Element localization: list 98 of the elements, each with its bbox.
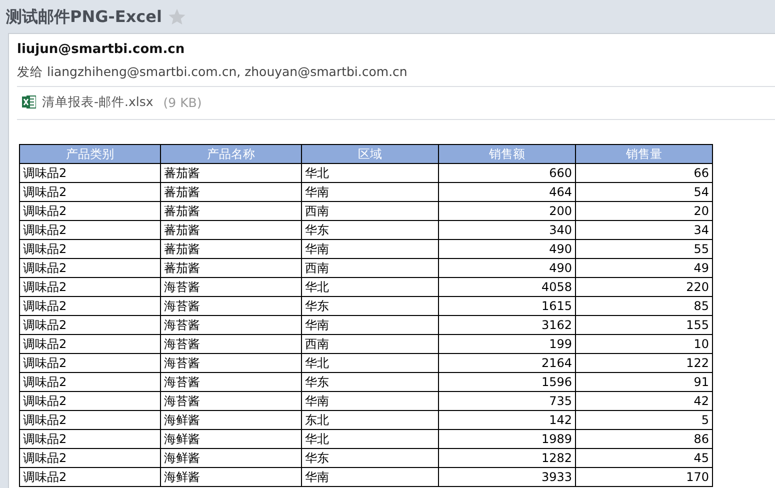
table-cell: 海苔酱 — [160, 392, 302, 410]
table-cell: 调味品2 — [20, 392, 160, 410]
table-cell: 蕃茄酱 — [160, 182, 302, 202]
table-cell: 东北 — [302, 410, 438, 430]
table-cell: 西南 — [302, 258, 438, 278]
table-cell: 200 — [438, 202, 576, 220]
table-cell: 调味品2 — [20, 164, 160, 182]
table-cell: 199 — [438, 334, 576, 354]
table-cell: 66 — [576, 164, 712, 182]
table-cell: 142 — [438, 410, 576, 430]
table-cell: 2164 — [438, 354, 576, 372]
table-cell: 海苔酱 — [160, 296, 302, 316]
table-cell: 调味品2 — [20, 372, 160, 392]
table-cell: 华东 — [302, 448, 438, 468]
table-cell: 91 — [576, 372, 712, 392]
table-cell: 蕃茄酱 — [160, 220, 302, 240]
table-cell: 85 — [576, 296, 712, 316]
table-cell: 55 — [576, 240, 712, 258]
table-cell: 调味品2 — [20, 220, 160, 240]
table-cell: 蕃茄酱 — [160, 258, 302, 278]
sender-address: liujun@smartbi.com.cn — [17, 41, 186, 59]
table-cell: 调味品2 — [20, 278, 160, 296]
table-cell: 华东 — [302, 296, 438, 316]
table-cell: 220 — [576, 278, 712, 296]
table-cell: 华北 — [302, 430, 438, 448]
table-cell: 调味品2 — [20, 296, 160, 316]
recipients-label: 发给 — [17, 63, 43, 81]
table-cell: 1282 — [438, 448, 576, 468]
table-cell: 华南 — [302, 240, 438, 258]
table-cell: 华东 — [302, 220, 438, 240]
table-cell: 调味品2 — [20, 354, 160, 372]
table-cell: 海苔酱 — [160, 316, 302, 334]
column-header: 销售量 — [576, 144, 712, 164]
email-subject: 测试邮件PNG-Excel — [6, 6, 162, 28]
table-cell: 海鲜酱 — [160, 410, 302, 430]
table-cell: 调味品2 — [20, 202, 160, 220]
table-cell: 10 — [576, 334, 712, 354]
table-cell: 调味品2 — [20, 258, 160, 278]
table-cell: 海苔酱 — [160, 354, 302, 372]
table-cell: 蕃茄酱 — [160, 202, 302, 220]
table-cell: 海鲜酱 — [160, 468, 302, 486]
table-cell: 华南 — [302, 468, 438, 486]
table-cell: 调味品2 — [20, 334, 160, 354]
table-cell: 调味品2 — [20, 410, 160, 430]
table-cell: 45 — [576, 448, 712, 468]
table-cell: 1596 — [438, 372, 576, 392]
table-cell: 42 — [576, 392, 712, 410]
table-cell: 蕃茄酱 — [160, 164, 302, 182]
table-cell: 340 — [438, 220, 576, 240]
column-header: 区域 — [302, 144, 438, 164]
table-cell: 华南 — [302, 182, 438, 202]
star-icon[interactable] — [168, 8, 186, 26]
column-header: 产品名称 — [160, 144, 302, 164]
table-cell: 华东 — [302, 372, 438, 392]
table-cell: 1615 — [438, 296, 576, 316]
table-cell: 华北 — [302, 354, 438, 372]
table-cell: 华南 — [302, 316, 438, 334]
table-cell: 1989 — [438, 430, 576, 448]
table-cell: 调味品2 — [20, 468, 160, 486]
table-cell: 调味品2 — [20, 316, 160, 334]
column-header: 销售额 — [438, 144, 576, 164]
table-cell: 5 — [576, 410, 712, 430]
table-cell: 20 — [576, 202, 712, 220]
table-cell: 86 — [576, 430, 712, 448]
table-cell: 调味品2 — [20, 448, 160, 468]
table-cell: 海鲜酱 — [160, 448, 302, 468]
table-cell: 54 — [576, 182, 712, 202]
table-cell: 调味品2 — [20, 182, 160, 202]
column-header: 产品类别 — [20, 144, 160, 164]
table-cell: 34 — [576, 220, 712, 240]
table-cell: 华南 — [302, 392, 438, 410]
table-cell: 122 — [576, 354, 712, 372]
table-cell: 155 — [576, 316, 712, 334]
table-cell: 170 — [576, 468, 712, 486]
table-cell: 490 — [438, 240, 576, 258]
table-cell: 华北 — [302, 164, 438, 182]
table-cell: 49 — [576, 258, 712, 278]
table-cell: 735 — [438, 392, 576, 410]
table-cell: 海苔酱 — [160, 278, 302, 296]
spreadsheet-icon — [22, 95, 36, 109]
table-cell: 调味品2 — [20, 430, 160, 448]
attachment-link[interactable]: 清单报表-邮件.xlsx — [42, 94, 154, 110]
recipient-addresses: liangzhiheng@smartbi.com.cn, zhouyan@smartbi.com.cn — [47, 63, 408, 81]
table-cell: 490 — [438, 258, 576, 278]
table-cell: 蕃茄酱 — [160, 240, 302, 258]
table-cell: 464 — [438, 182, 576, 202]
table-cell: 西南 — [302, 334, 438, 354]
table-cell: 3162 — [438, 316, 576, 334]
attachment-size: (9 KB) — [163, 94, 202, 110]
table-cell: 华北 — [302, 278, 438, 296]
table-cell: 海苔酱 — [160, 334, 302, 354]
table-cell: 调味品2 — [20, 240, 160, 258]
table-cell: 西南 — [302, 202, 438, 220]
table-cell: 海鲜酱 — [160, 430, 302, 448]
table-cell: 3933 — [438, 468, 576, 486]
table-cell: 4058 — [438, 278, 576, 296]
table-cell: 海苔酱 — [160, 372, 302, 392]
table-cell: 660 — [438, 164, 576, 182]
